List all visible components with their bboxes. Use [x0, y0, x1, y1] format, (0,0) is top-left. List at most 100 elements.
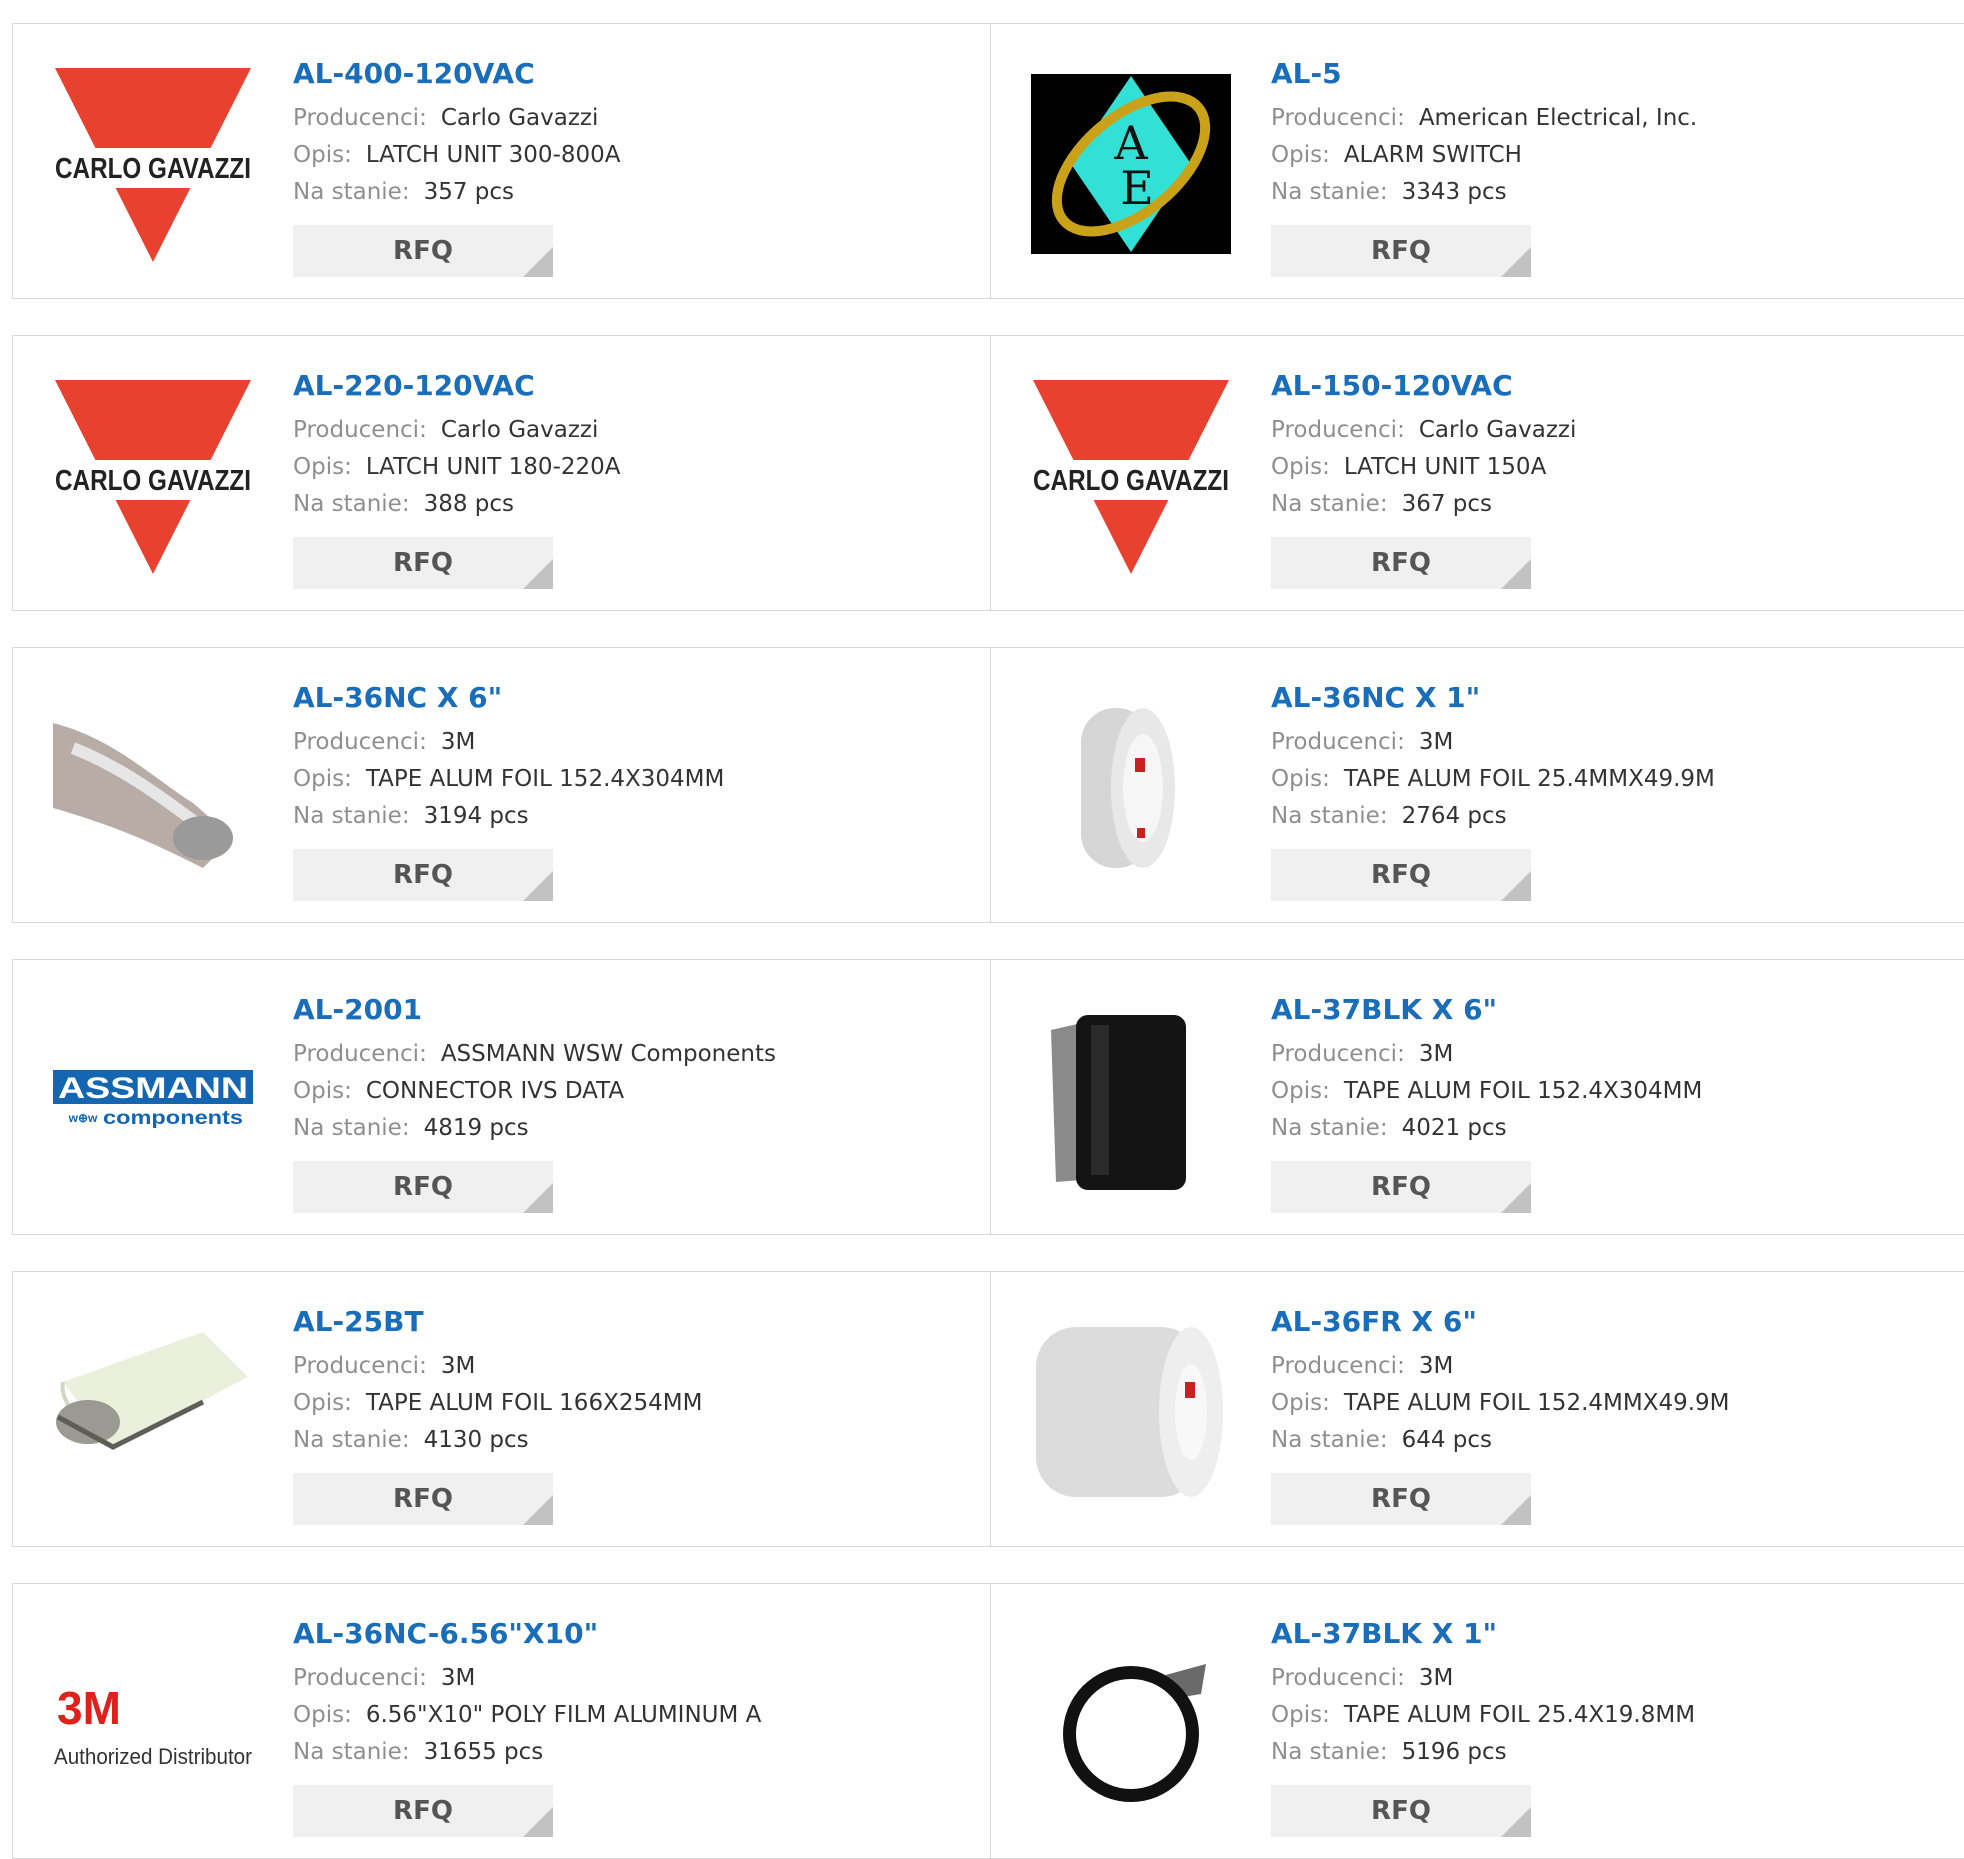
3m-logo: [53, 1624, 253, 1824]
corner-triangle-icon: [1501, 559, 1531, 589]
tape-roll-narrow-photo: [1031, 688, 1231, 888]
rfq-label: RFQ: [1371, 1484, 1431, 1514]
rfq-label: RFQ: [1371, 1172, 1431, 1202]
part-number-link[interactable]: AL-37BLK X 6": [1271, 990, 1702, 1030]
corner-triangle-icon: [1501, 1807, 1531, 1837]
stock-value: 4021 pcs: [1401, 1115, 1507, 1141]
description-label: Opis:: [1271, 454, 1330, 480]
corner-triangle-icon: [1501, 247, 1531, 277]
description-label: Opis:: [1271, 766, 1330, 792]
product-card: AL-25BT Producenci: 3M Opis: TAPE ALUM FOI…: [12, 1271, 991, 1547]
rfq-label: RFQ: [393, 548, 453, 578]
manufacturer-label: Producenci:: [293, 1041, 427, 1067]
manufacturer-value: 3M: [1418, 1353, 1454, 1379]
stock-label: Na stanie:: [293, 1115, 410, 1141]
manufacturer-value: 3M: [440, 729, 476, 755]
stock-label: Na stanie:: [1271, 1739, 1388, 1765]
part-number-link[interactable]: AL-36NC-6.56"X10": [293, 1614, 761, 1654]
rfq-label: RFQ: [1371, 860, 1431, 890]
description-value: LATCH UNIT 300-800A: [365, 142, 621, 168]
description-value: TAPE ALUM FOIL 166X254MM: [365, 1390, 703, 1416]
description-label: Opis:: [1271, 1390, 1330, 1416]
part-number-link[interactable]: AL-25BT: [293, 1302, 702, 1342]
manufacturer-value: American Electrical, Inc.: [1418, 105, 1698, 131]
part-number-link[interactable]: AL-5: [1271, 54, 1697, 94]
stock-label: Na stanie:: [1271, 1427, 1388, 1453]
corner-triangle-icon: [523, 871, 553, 901]
corner-triangle-icon: [523, 559, 553, 589]
manufacturer-label: Producenci:: [1271, 1353, 1405, 1379]
part-number-link[interactable]: AL-400-120VAC: [293, 54, 621, 94]
carlo-gavazzi-logo: [53, 64, 253, 264]
manufacturer-value: 3M: [440, 1665, 476, 1691]
manufacturer-value: Carlo Gavazzi: [440, 417, 599, 443]
product-card: AL-36FR X 6" Producenci: 3M Opis: TAPE ALU…: [990, 1271, 1964, 1547]
manufacturer-value: 3M: [1418, 729, 1454, 755]
product-card: AL-36NC X 1" Producenci: 3M Opis: TAPE ALU…: [990, 647, 1964, 923]
manufacturer-value: Carlo Gavazzi: [440, 105, 599, 131]
rfq-button[interactable]: RFQ: [1271, 1161, 1531, 1213]
stock-value: 31655 pcs: [423, 1739, 544, 1765]
rfq-button[interactable]: RFQ: [293, 849, 553, 901]
rfq-label: RFQ: [393, 236, 453, 266]
corner-triangle-icon: [523, 1807, 553, 1837]
description-value: TAPE ALUM FOIL 25.4X19.8MM: [1343, 1702, 1696, 1728]
corner-triangle-icon: [1501, 1495, 1531, 1525]
part-number-link[interactable]: AL-36NC X 6": [293, 678, 724, 718]
product-card: AL-150-120VAC Producenci: Carlo Gavazzi O…: [990, 335, 1964, 611]
corner-triangle-icon: [523, 1183, 553, 1213]
manufacturer-label: Producenci:: [293, 105, 427, 131]
part-number-link[interactable]: AL-150-120VAC: [1271, 366, 1576, 406]
part-number-link[interactable]: AL-36FR X 6": [1271, 1302, 1730, 1342]
manufacturer-label: Producenci:: [293, 417, 427, 443]
product-card: AL-37BLK X 1" Producenci: 3M Opis: TAPE AL…: [990, 1583, 1964, 1859]
manufacturer-label: Producenci:: [293, 1353, 427, 1379]
rfq-button[interactable]: RFQ: [1271, 1785, 1531, 1837]
manufacturer-label: Producenci:: [1271, 1665, 1405, 1691]
part-number-link[interactable]: AL-220-120VAC: [293, 366, 621, 406]
rfq-button[interactable]: RFQ: [293, 1473, 553, 1525]
rfq-button[interactable]: RFQ: [293, 225, 553, 277]
description-label: Opis:: [293, 142, 352, 168]
assmann-logo: [53, 1000, 253, 1200]
description-value: TAPE ALUM FOIL 25.4MMX49.9M: [1343, 766, 1715, 792]
manufacturer-value: 3M: [1418, 1665, 1454, 1691]
product-card: AL-36NC-6.56"X10" Producenci: 3M Opis: 6.5…: [12, 1583, 991, 1859]
rfq-button[interactable]: RFQ: [1271, 537, 1531, 589]
stock-label: Na stanie:: [1271, 1115, 1388, 1141]
part-number-link[interactable]: AL-2001: [293, 990, 776, 1030]
description-label: Opis:: [293, 1702, 352, 1728]
rfq-button[interactable]: RFQ: [293, 1161, 553, 1213]
rfq-button[interactable]: RFQ: [293, 537, 553, 589]
manufacturer-label: Producenci:: [1271, 417, 1405, 443]
rfq-label: RFQ: [1371, 548, 1431, 578]
film-sheet-roll-photo: [53, 1312, 253, 1512]
product-card: AL-400-120VAC Producenci: Carlo Gavazzi O…: [12, 23, 991, 299]
description-label: Opis:: [293, 454, 352, 480]
product-card: AL-36NC X 6" Producenci: 3M Opis: TAPE ALU…: [12, 647, 991, 923]
manufacturer-value: 3M: [440, 1353, 476, 1379]
description-label: Opis:: [293, 766, 352, 792]
stock-label: Na stanie:: [293, 179, 410, 205]
manufacturer-label: Producenci:: [1271, 1041, 1405, 1067]
tape-roll-wide-photo: [1031, 1312, 1231, 1512]
part-number-link[interactable]: AL-37BLK X 1": [1271, 1614, 1695, 1654]
rfq-button[interactable]: RFQ: [1271, 1473, 1531, 1525]
stock-value: 2764 pcs: [1401, 803, 1507, 829]
rfq-button[interactable]: RFQ: [1271, 225, 1531, 277]
rfq-button[interactable]: RFQ: [1271, 849, 1531, 901]
description-value: ALARM SWITCH: [1343, 142, 1522, 168]
stock-value: 4130 pcs: [423, 1427, 529, 1453]
part-number-link[interactable]: AL-36NC X 1": [1271, 678, 1715, 718]
rfq-label: RFQ: [393, 1172, 453, 1202]
stock-label: Na stanie:: [293, 1427, 410, 1453]
description-label: Opis:: [1271, 142, 1330, 168]
description-value: TAPE ALUM FOIL 152.4MMX49.9M: [1343, 1390, 1730, 1416]
stock-label: Na stanie:: [1271, 179, 1388, 205]
rfq-button[interactable]: RFQ: [293, 1785, 553, 1837]
manufacturer-value: 3M: [1418, 1041, 1454, 1067]
stock-value: 3194 pcs: [423, 803, 529, 829]
carlo-gavazzi-logo: [53, 376, 253, 576]
description-value: LATCH UNIT 150A: [1343, 454, 1547, 480]
manufacturer-label: Producenci:: [1271, 729, 1405, 755]
